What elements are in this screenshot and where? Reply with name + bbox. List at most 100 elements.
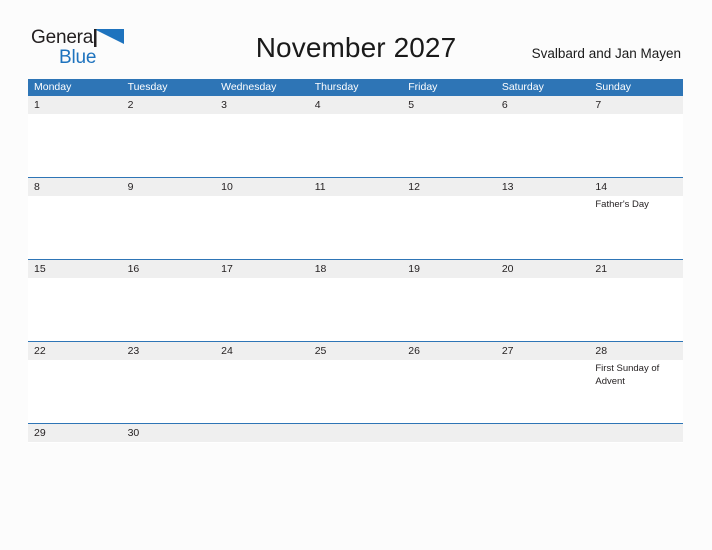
calendar-day-cell-10[interactable]: 10 (215, 178, 309, 259)
calendar-week-row: 8 9 10 11 12 13 14 Father's Day (28, 178, 683, 260)
day-number-band: 14 (589, 178, 683, 196)
calendar-week-row: 15 16 17 18 19 20 21 (28, 260, 683, 342)
calendar-day-cell-23[interactable]: 23 (121, 342, 216, 423)
day-events: First Sunday of Advent (589, 360, 683, 388)
calendar-day-cell-29[interactable]: 29 (28, 424, 122, 443)
day-number-band (402, 424, 496, 442)
day-number-band: 19 (402, 260, 496, 278)
calendar-day-cell-11[interactable]: 11 (308, 178, 403, 259)
day-of-week-header-tuesday: Tuesday (127, 81, 168, 93)
day-number: 2 (127, 99, 134, 111)
day-number-band (215, 424, 309, 442)
calendar-day-cell-9[interactable]: 9 (121, 178, 216, 259)
day-number: 28 (595, 345, 608, 357)
day-number: 20 (501, 263, 514, 275)
calendar-day-cell-5[interactable]: 5 (402, 96, 496, 177)
day-number: 1 (34, 99, 40, 111)
day-of-week-header-monday: Monday (34, 81, 72, 93)
calendar-day-cell-24[interactable]: 24 (215, 342, 309, 423)
day-number: 10 (221, 181, 233, 193)
calendar-day-cell-19[interactable]: 19 (402, 260, 496, 341)
day-number-band: 25 (308, 342, 403, 360)
calendar-day-cell-17[interactable]: 17 (215, 260, 309, 341)
day-number-band: 16 (121, 260, 216, 278)
calendar-week-row: 22 23 24 25 26 27 28 First Sunday of Advent (28, 342, 683, 424)
day-number-band (589, 424, 683, 442)
calendar-week-row: 29 30 (28, 424, 683, 443)
calendar-day-cell-empty[interactable] (402, 424, 496, 443)
day-number: 7 (595, 99, 602, 111)
day-number-band (495, 424, 590, 442)
calendar-day-cell-22[interactable]: 22 (28, 342, 122, 423)
day-number: 30 (127, 427, 140, 439)
day-number: 13 (501, 181, 514, 193)
day-number-band: 6 (495, 96, 590, 114)
day-number-band: 2 (121, 96, 216, 114)
calendar-day-cell-3[interactable]: 3 (215, 96, 309, 177)
day-number: 6 (501, 99, 508, 111)
day-number: 16 (127, 263, 140, 275)
day-number-band: 10 (215, 178, 309, 196)
calendar-day-cell-empty[interactable] (495, 424, 590, 443)
day-number-band: 21 (589, 260, 683, 278)
calendar-day-cell-12[interactable]: 12 (402, 178, 496, 259)
day-number: 18 (314, 263, 327, 275)
day-number: 15 (34, 263, 46, 275)
day-number-band: 15 (28, 260, 122, 278)
calendar-day-cell-8[interactable]: 8 (28, 178, 122, 259)
calendar-day-cell-15[interactable]: 15 (28, 260, 122, 341)
day-number: 11 (314, 181, 326, 193)
holiday-event-label[interactable]: First Sunday of Advent (595, 363, 680, 388)
calendar-week-cells: 22 23 24 25 26 27 28 First Sunday of Advent (28, 342, 683, 423)
calendar-week-cells: 1 2 3 4 5 6 7 (28, 96, 683, 177)
day-of-week-header-friday: Friday (408, 81, 438, 93)
day-number-band: 24 (215, 342, 309, 360)
day-number-band: 7 (589, 96, 683, 114)
day-number: 25 (314, 345, 327, 357)
calendar-day-cell-7[interactable]: 7 (589, 96, 683, 177)
calendar-day-cell-1[interactable]: 1 (28, 96, 122, 177)
calendar-day-cell-25[interactable]: 25 (308, 342, 403, 423)
day-number-band: 11 (308, 178, 403, 196)
calendar-day-cell-16[interactable]: 16 (121, 260, 216, 341)
calendar-day-cell-20[interactable]: 20 (495, 260, 590, 341)
calendar-day-cell-empty[interactable] (589, 424, 683, 443)
day-number-band: 12 (402, 178, 496, 196)
day-number-band: 28 (589, 342, 683, 360)
day-number: 9 (127, 181, 134, 193)
day-number: 19 (408, 263, 420, 275)
calendar-day-cell-18[interactable]: 18 (308, 260, 403, 341)
day-number: 4 (314, 99, 321, 111)
day-number-band: 22 (28, 342, 122, 360)
calendar-day-cell-27[interactable]: 27 (495, 342, 590, 423)
day-number-band: 1 (28, 96, 122, 114)
calendar-day-cell-6[interactable]: 6 (495, 96, 590, 177)
day-number-band: 23 (121, 342, 216, 360)
calendar-day-cell-28[interactable]: 28 First Sunday of Advent (589, 342, 683, 423)
calendar-day-cell-empty[interactable] (215, 424, 309, 443)
calendar-day-cell-30[interactable]: 30 (121, 424, 216, 443)
holiday-event-label[interactable]: Father's Day (595, 199, 680, 212)
day-number-band: 29 (28, 424, 122, 442)
calendar-day-cell-26[interactable]: 26 (402, 342, 496, 423)
calendar-day-cell-21[interactable]: 21 (589, 260, 683, 341)
day-number: 29 (34, 427, 46, 439)
calendar-day-cell-13[interactable]: 13 (495, 178, 590, 259)
calendar-day-cell-2[interactable]: 2 (121, 96, 216, 177)
calendar-week-row: 1 2 3 4 5 6 7 (28, 96, 683, 178)
day-number-band: 5 (402, 96, 496, 114)
day-number: 23 (127, 345, 140, 357)
day-events: Father's Day (589, 196, 683, 212)
calendar-week-cells: 15 16 17 18 19 20 21 (28, 260, 683, 341)
calendar-day-cell-14[interactable]: 14 Father's Day (589, 178, 683, 259)
day-number: 26 (408, 345, 420, 357)
day-number-band: 20 (495, 260, 590, 278)
calendar-day-cell-empty[interactable] (308, 424, 403, 443)
day-number-band: 27 (495, 342, 590, 360)
calendar-week-cells: 8 9 10 11 12 13 14 Father's Day (28, 178, 683, 259)
day-number-band: 9 (121, 178, 216, 196)
calendar-day-cell-4[interactable]: 4 (308, 96, 403, 177)
day-number-band: 4 (308, 96, 403, 114)
day-number-band: 8 (28, 178, 122, 196)
day-of-week-header-thursday: Thursday (314, 81, 359, 93)
